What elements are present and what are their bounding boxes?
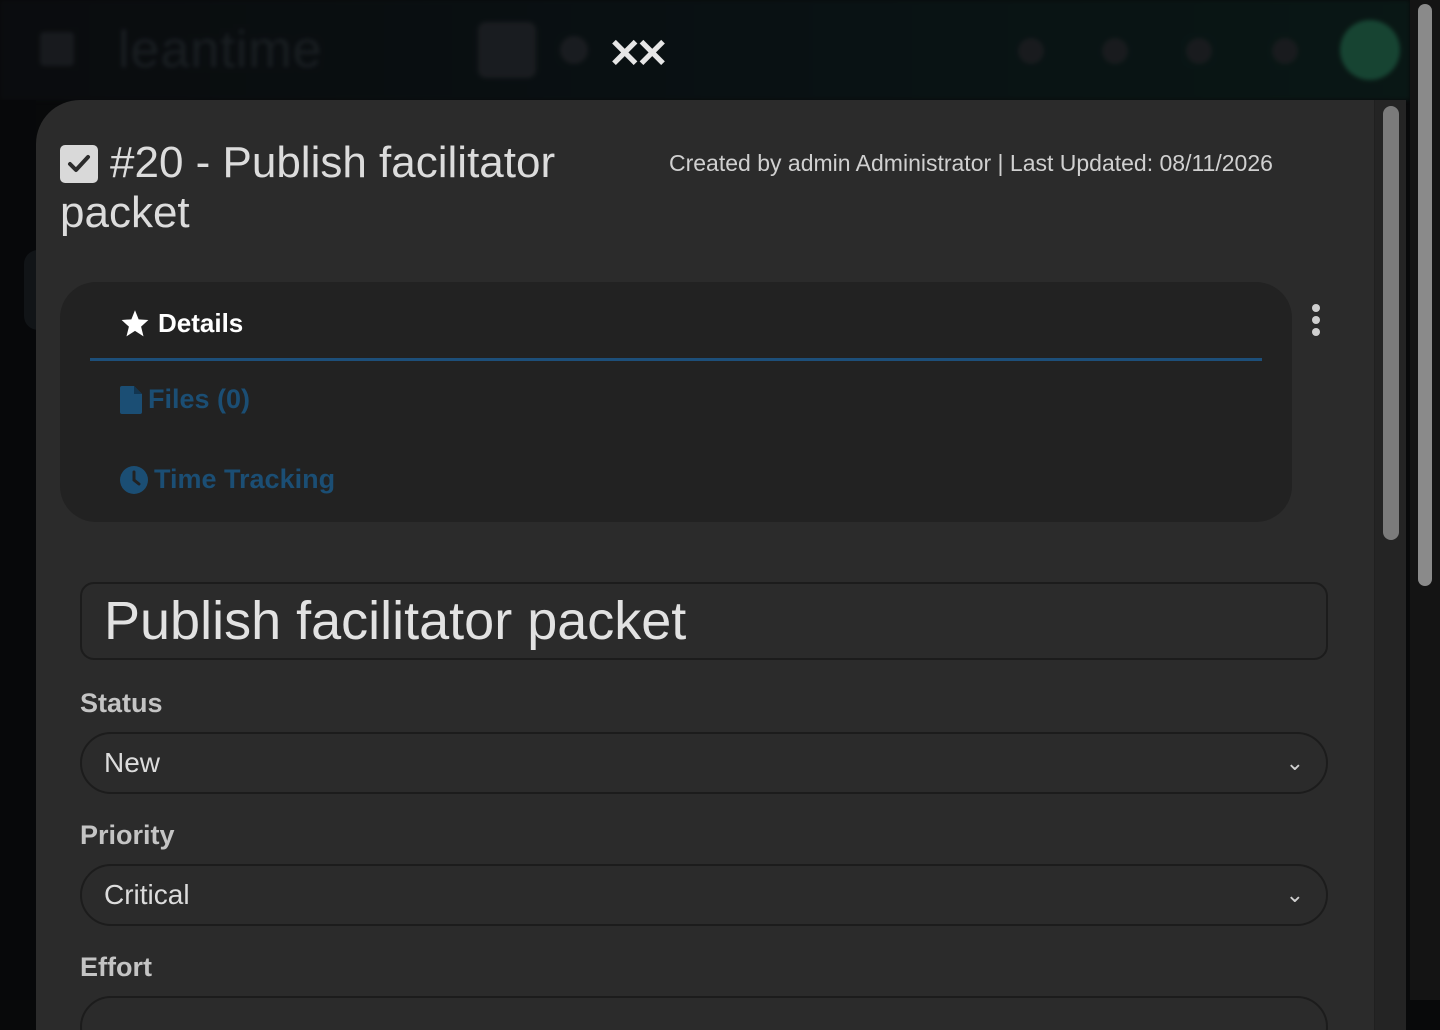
modal-scrollbar[interactable] <box>1374 100 1406 1030</box>
help-icon <box>1272 38 1298 64</box>
tabs-panel: Details Files (0) Time Tracking <box>60 282 1292 522</box>
clock-icon <box>120 465 148 494</box>
ticket-title: #20 - Publish facilitator packet <box>60 138 556 237</box>
app-logo: leantime <box>118 21 323 79</box>
close-icon: ✕✕ <box>608 32 669 76</box>
notifications-icon <box>1018 38 1044 64</box>
modal-scrollbar-thumb[interactable] <box>1383 106 1399 540</box>
status-label: Status <box>80 688 163 718</box>
app-switcher-icon <box>478 22 536 78</box>
tab-files[interactable]: Files (0) <box>120 384 250 415</box>
background-app-header: leantime <box>0 0 1410 100</box>
effort-select[interactable] <box>80 996 1328 1030</box>
priority-value: Critical <box>104 879 190 910</box>
tab-details[interactable]: Details <box>120 306 243 340</box>
kebab-menu-icon <box>1312 304 1320 312</box>
status-select[interactable]: New ⌄ <box>80 732 1328 794</box>
task-checkbox-icon <box>60 145 98 183</box>
chevron-down-icon: ⌄ <box>1285 750 1304 775</box>
active-tab-indicator <box>90 358 1262 361</box>
tab-details-label: Details <box>158 307 244 338</box>
page-scrollbar-thumb[interactable] <box>1418 4 1432 586</box>
chevron-down-icon: ⌄ <box>1285 882 1304 907</box>
tab-files-label: Files (0) <box>148 384 251 414</box>
bell-icon <box>1186 38 1212 64</box>
pin-icon <box>1102 38 1128 64</box>
search-icon <box>560 36 588 64</box>
status-value: New <box>104 747 161 778</box>
tab-time-tracking-label: Time Tracking <box>154 464 336 494</box>
tab-time-tracking[interactable]: Time Tracking <box>120 464 335 495</box>
ticket-meta: Created by admin Administrator | Last Up… <box>669 150 1273 176</box>
menu-icon <box>40 32 74 66</box>
close-modal-button[interactable]: ✕✕ <box>608 34 672 74</box>
user-avatar <box>1340 20 1400 80</box>
page-scrollbar[interactable] <box>1410 0 1440 1000</box>
more-options-button[interactable] <box>1306 304 1326 340</box>
priority-label: Priority <box>80 820 175 850</box>
effort-label: Effort <box>80 952 152 982</box>
ticket-modal: #20 - Publish facilitator packet Created… <box>36 100 1406 1030</box>
priority-select[interactable]: Critical ⌄ <box>80 864 1328 926</box>
ticket-title-input[interactable] <box>80 582 1328 660</box>
star-icon <box>121 310 149 337</box>
file-icon <box>120 385 142 414</box>
background-sidebar <box>0 100 52 1000</box>
